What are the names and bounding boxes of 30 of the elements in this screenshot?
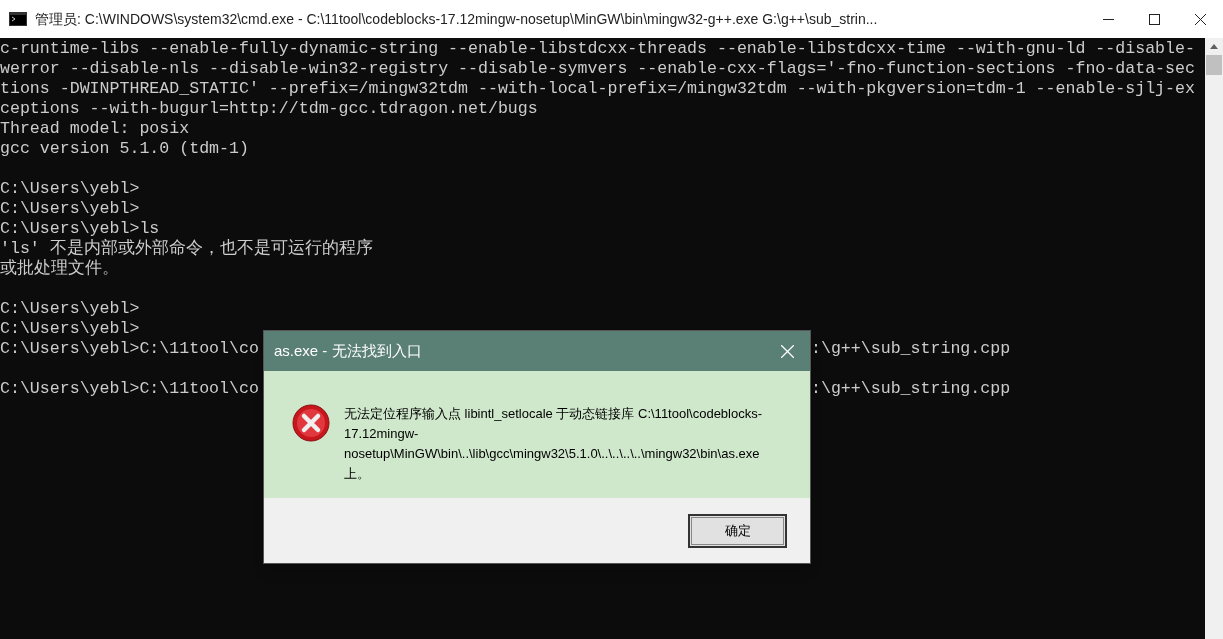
- console-line: C:\Users\yebl>: [0, 179, 141, 199]
- dialog-title: as.exe - 无法找到入口: [274, 340, 422, 361]
- console-line: 或批处理文件。: [0, 259, 120, 279]
- console-line: C:\Users\yebl>: [0, 299, 141, 319]
- console-line: :\g++\sub_string.cpp: [811, 379, 1011, 399]
- ok-button[interactable]: 确定: [688, 513, 787, 548]
- console-line: Thread model: posix: [0, 119, 191, 139]
- window-title: 管理员: C:\WINDOWS\system32\cmd.exe - C:\11tool\codeblocks-17.12mingw-nosetup\MinGW\bin\mingw32-g++.exe G:\g++\sub_strin...: [35, 9, 878, 29]
- console-line: 'ls' 不是内部或外部命令，也不是可运行的程序: [0, 239, 374, 259]
- console-line: ceptions --with-bugurl=http://tdm-gcc.tdragon.net/bugs: [0, 99, 539, 119]
- scrollbar[interactable]: [1205, 38, 1223, 639]
- console-line: gcc version 5.1.0 (tdm-1): [0, 139, 250, 159]
- maximize-icon: [1148, 13, 1160, 25]
- console-line: :\g++\sub_string.cpp: [811, 339, 1011, 359]
- console-line: C:\Users\yebl>: [0, 199, 141, 219]
- console-line: C:\Users\yebl>: [0, 319, 141, 339]
- console-line: tions -DWINPTHREAD_STATIC' --prefix=/mingw32tdm --with-local-prefix=/mingw32tdm --with-pkgversion=tdm-1 --enable-sjlj-ex: [0, 79, 1196, 99]
- minimize-icon: [1102, 18, 1114, 20]
- console-line: C:\Users\yebl>ls: [0, 219, 161, 239]
- scroll-up-icon[interactable]: [1210, 44, 1218, 49]
- error-message: 无法定位程序输入点 libintl_setlocale 于动态链接库 C:\11tool\codeblocks-17.12mingw-nosetup\MinGW\bin\..\lib\gcc\mingw32\5.1.0\..\..\..\..\mingw32\bin\as.exe 上。: [344, 405, 764, 483]
- console-line: C:\Users\yebl>C:\11tool\co: [0, 379, 259, 398]
- console-line: werror --disable-nls --disable-win32-registry --disable-symvers --enable-cxx-flags='-fno-function-sections -fno-data-sec: [0, 59, 1196, 79]
- close-icon: [1194, 13, 1206, 25]
- console-line: c-runtime-libs --enable-fully-dynamic-string --enable-libstdcxx-threads --enable-libstdcxx-time --with-gnu-ld --disable-: [0, 39, 1196, 59]
- console-app-icon: [9, 12, 27, 26]
- error-icon: [292, 404, 330, 442]
- close-icon: [780, 344, 794, 358]
- console-line: C:\Users\yebl>C:\11tool\co: [0, 339, 259, 358]
- scrollbar-thumb[interactable]: [1206, 55, 1222, 75]
